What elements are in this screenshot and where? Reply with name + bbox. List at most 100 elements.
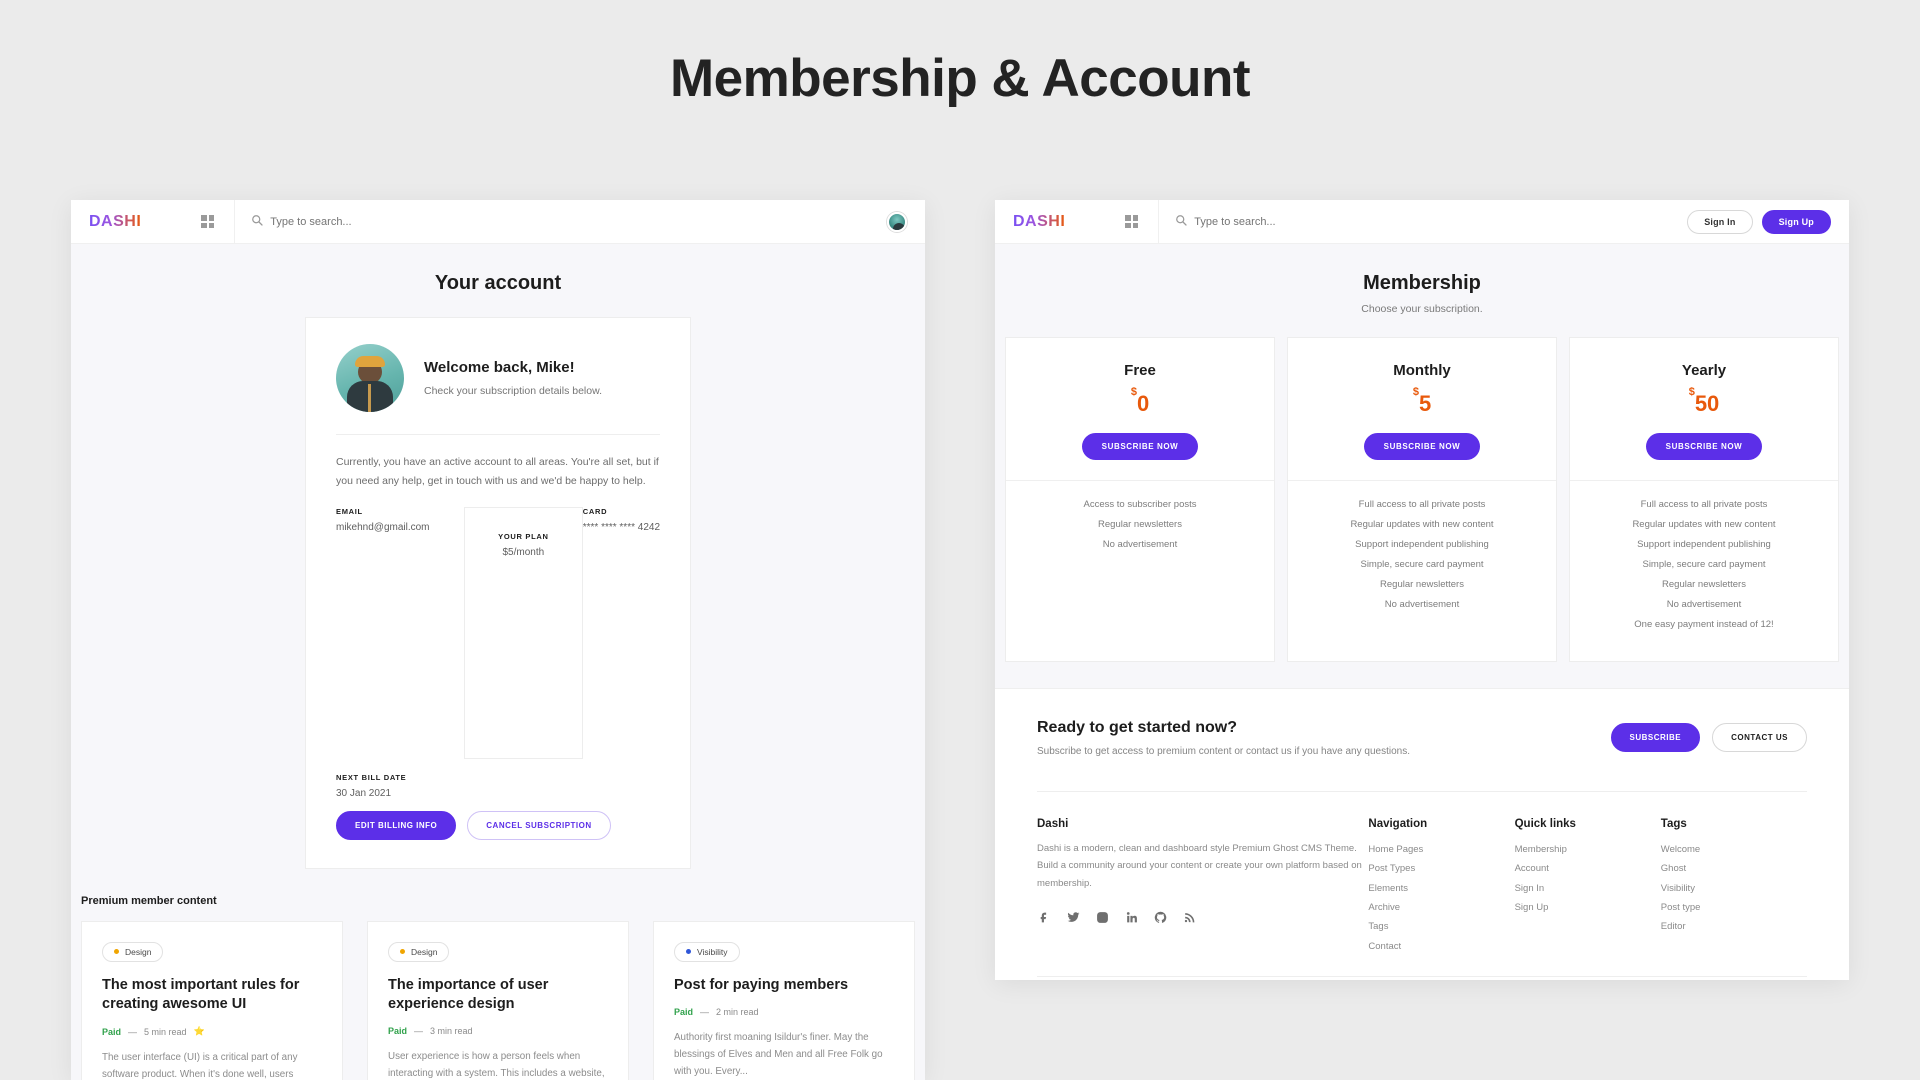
footer-link[interactable]: Ghost bbox=[1661, 859, 1807, 878]
contact-us-button[interactable]: CONTACT US bbox=[1712, 723, 1807, 753]
twitter-icon[interactable] bbox=[1066, 910, 1081, 925]
linkedin-icon[interactable] bbox=[1124, 910, 1139, 925]
plan-feature: Regular newsletters bbox=[1662, 578, 1746, 590]
next-bill-field: NEXT BILL DATE 30 Jan 2021 bbox=[336, 773, 660, 799]
cancel-subscription-button[interactable]: CANCEL SUBSCRIPTION bbox=[467, 810, 611, 840]
post-card[interactable]: Visibility Post for paying members Paid … bbox=[653, 920, 915, 1080]
email-value: mikehnd@gmail.com bbox=[336, 521, 430, 533]
post-card[interactable]: Design The most important rules for crea… bbox=[81, 920, 343, 1080]
cta-section: Ready to get started now? Subscribe to g… bbox=[995, 687, 1849, 791]
footer-link[interactable]: Home Pages bbox=[1368, 840, 1514, 859]
currency-symbol: $ bbox=[1130, 385, 1137, 398]
nav-divider bbox=[234, 200, 236, 244]
post-access-badge: Paid bbox=[388, 1026, 408, 1037]
email-label: EMAIL bbox=[336, 506, 363, 516]
currency-symbol: $ bbox=[1412, 385, 1419, 398]
cta-heading: Ready to get started now? bbox=[1037, 718, 1238, 736]
plan-name: Yearly bbox=[1681, 362, 1727, 379]
sign-up-button[interactable]: Sign Up bbox=[1761, 209, 1831, 234]
account-preview-window: DASHI Your account Welcome back, Mi bbox=[71, 200, 925, 1080]
post-title: Post for paying members bbox=[674, 976, 849, 993]
search-box[interactable] bbox=[1175, 214, 1687, 229]
preview-boards: DASHI Your account Welcome back, Mi bbox=[0, 200, 1920, 1080]
grid-menu-icon[interactable] bbox=[201, 215, 215, 228]
account-description: Currently, you have an active account to… bbox=[336, 456, 659, 487]
membership-heading: Membership bbox=[1363, 272, 1481, 294]
sign-in-button[interactable]: Sign In bbox=[1687, 209, 1753, 234]
brand-logo[interactable]: DASHI bbox=[1013, 213, 1065, 231]
post-tag-label: Visibility bbox=[697, 946, 728, 957]
footer-link[interactable]: Elements bbox=[1368, 879, 1514, 898]
search-input[interactable] bbox=[270, 215, 531, 228]
subscribe-now-button[interactable]: SUBSCRIBE NOW bbox=[1363, 433, 1481, 460]
footer: Dashi Dashi is a modern, clean and dashb… bbox=[995, 790, 1849, 980]
footer-link[interactable]: Contact bbox=[1368, 937, 1514, 956]
post-card[interactable]: Design The importance of user experience… bbox=[367, 920, 629, 1080]
footer-link[interactable]: Editor bbox=[1661, 917, 1807, 936]
plan-feature: Support independent publishing bbox=[1355, 538, 1489, 550]
subscribe-now-button[interactable]: SUBSCRIBE NOW bbox=[1645, 433, 1763, 460]
account-actions: EDIT BILLING INFO CANCEL SUBSCRIPTION bbox=[336, 799, 660, 840]
footer-link[interactable]: Visibility bbox=[1661, 879, 1807, 898]
next-bill-value: 30 Jan 2021 bbox=[336, 787, 392, 799]
plan-card-yearly: Yearly $50 SUBSCRIBE NOW Full access to … bbox=[1569, 337, 1839, 662]
footer-link[interactable]: Account bbox=[1515, 859, 1661, 878]
instagram-icon[interactable] bbox=[1095, 910, 1110, 925]
plan-card-free: Free $0 SUBSCRIBE NOW Access to subscrib… bbox=[1005, 337, 1275, 662]
premium-posts-list: Design The most important rules for crea… bbox=[71, 920, 925, 1080]
subscribe-now-button[interactable]: SUBSCRIBE NOW bbox=[1081, 433, 1199, 460]
plan-card-monthly: Monthly $5 SUBSCRIBE NOW Full access to … bbox=[1287, 337, 1557, 662]
edit-billing-button[interactable]: EDIT BILLING INFO bbox=[336, 810, 457, 840]
account-card: Welcome back, Mike! Check your subscript… bbox=[305, 317, 691, 869]
footer-brand-title: Dashi bbox=[1037, 817, 1069, 830]
post-access-badge: Paid bbox=[102, 1026, 122, 1037]
account-fields-row: EMAIL mikehnd@gmail.com YOUR PLAN $5/mon… bbox=[336, 506, 660, 773]
meta-separator: — bbox=[700, 1007, 710, 1018]
facebook-icon[interactable] bbox=[1037, 910, 1052, 925]
plan-feature: No advertisement bbox=[1384, 598, 1460, 610]
footer-link[interactable]: Archive bbox=[1368, 898, 1514, 917]
footer-link[interactable]: Tags bbox=[1368, 917, 1514, 936]
price-amount: 5 bbox=[1418, 391, 1432, 416]
plans-list: Free $0 SUBSCRIBE NOW Access to subscrib… bbox=[995, 337, 1849, 688]
footer-brand-column: Dashi Dashi is a modern, clean and dashb… bbox=[1037, 818, 1368, 957]
page-title: Membership & Account bbox=[670, 49, 1250, 108]
price-amount: 0 bbox=[1136, 391, 1150, 416]
post-read-time: 3 min read bbox=[430, 1026, 473, 1037]
copyright-text: ©2020 Dashi. Published with Ghost & Dash… bbox=[1037, 976, 1807, 980]
plan-feature: Regular updates with new content bbox=[1350, 518, 1494, 530]
search-input[interactable] bbox=[1194, 215, 1455, 228]
membership-page-body: Membership Choose your subscription. Fre… bbox=[995, 244, 1849, 688]
post-tag[interactable]: Visibility bbox=[674, 941, 740, 962]
plan-features: Access to subscriber posts Regular newsl… bbox=[1084, 481, 1197, 555]
brand-logo[interactable]: DASHI bbox=[89, 213, 141, 231]
grid-menu-icon[interactable] bbox=[1125, 215, 1139, 228]
footer-link[interactable]: Membership bbox=[1515, 840, 1661, 859]
nav-divider bbox=[1158, 200, 1160, 244]
search-box[interactable] bbox=[251, 214, 887, 229]
plan-feature: One easy payment instead of 12! bbox=[1634, 618, 1774, 630]
footer-link[interactable]: Post Types bbox=[1368, 859, 1514, 878]
subscribe-button[interactable]: SUBSCRIBE bbox=[1610, 723, 1701, 753]
footer-about-text: Dashi is a modern, clean and dashboard s… bbox=[1037, 842, 1362, 889]
footer-column-title: Quick links bbox=[1514, 817, 1576, 830]
post-tag[interactable]: Design bbox=[102, 941, 164, 962]
post-read-time: 2 min read bbox=[716, 1007, 759, 1018]
github-icon[interactable] bbox=[1153, 910, 1168, 925]
rss-icon[interactable] bbox=[1182, 910, 1197, 925]
post-meta: Paid — 5 min read ⭐ bbox=[102, 1026, 322, 1037]
account-heading: Your account bbox=[434, 272, 562, 294]
footer-link[interactable]: Sign Up bbox=[1515, 898, 1661, 917]
post-excerpt: The user interface (UI) is a critical pa… bbox=[102, 1052, 298, 1080]
plan-feature: Simple, secure card payment bbox=[1642, 558, 1766, 570]
footer-link[interactable]: Post type bbox=[1661, 898, 1807, 917]
plan-label: YOUR PLAN bbox=[498, 531, 549, 541]
post-tag[interactable]: Design bbox=[388, 941, 450, 962]
plan-price: $0 bbox=[1131, 386, 1150, 417]
card-field: CARD **** **** **** 4242 bbox=[583, 507, 660, 759]
email-field: EMAIL mikehnd@gmail.com bbox=[336, 507, 464, 759]
footer-column-navigation: Navigation Home Pages Post Types Element… bbox=[1368, 818, 1514, 957]
footer-link[interactable]: Sign In bbox=[1515, 879, 1661, 898]
user-avatar[interactable] bbox=[887, 211, 907, 232]
footer-link[interactable]: Welcome bbox=[1661, 840, 1807, 859]
